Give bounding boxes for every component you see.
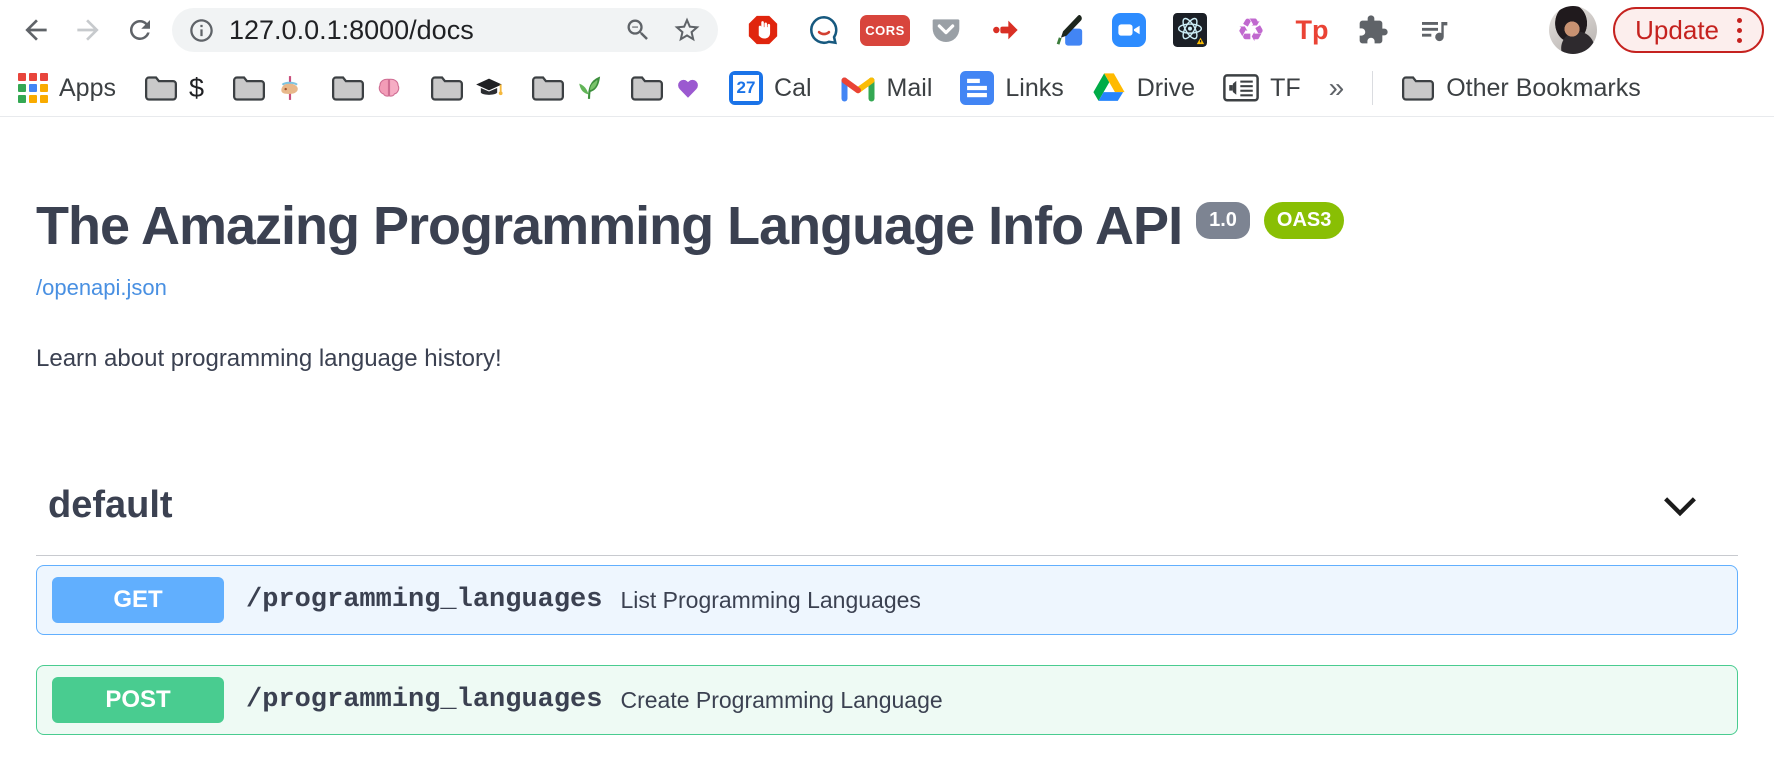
tag-section-default: default (36, 484, 1738, 556)
forward-arrow-icon (72, 14, 104, 46)
bookmark-tf[interactable]: TF (1223, 74, 1301, 103)
endpoint-get-programming-languages[interactable]: GET /programming_languages List Programm… (36, 565, 1738, 635)
gmail-icon (840, 73, 876, 103)
page-title: The Amazing Programming Language Info AP… (36, 197, 1182, 255)
swagger-ui-page: The Amazing Programming Language Info AP… (0, 197, 1774, 735)
folder-icon (1401, 74, 1435, 102)
chat-bubble-extension-icon[interactable] (801, 7, 847, 53)
oas3-badge: OAS3 (1264, 202, 1344, 239)
url-text[interactable]: 127.0.0.1:8000/docs (229, 15, 624, 46)
profile-avatar[interactable] (1549, 6, 1597, 54)
graduation-cap-icon (475, 74, 503, 102)
bookmarks-separator (1372, 71, 1373, 105)
links-label: Links (1005, 74, 1063, 103)
recycle-extension-icon[interactable]: ♻ (1228, 7, 1274, 53)
update-label: Update (1635, 15, 1719, 46)
back-arrow-icon (20, 14, 52, 46)
endpoint-post-programming-languages[interactable]: POST /programming_languages Create Progr… (36, 665, 1738, 735)
carousel-horse-icon (277, 75, 303, 101)
bookmark-folder-brain[interactable] (331, 74, 402, 102)
zoom-extension-icon[interactable] (1106, 7, 1152, 53)
bookmark-folder-dollar[interactable]: $ (144, 73, 204, 104)
section-default-title: default (48, 484, 173, 527)
playlist-music-extension-icon[interactable] (1411, 7, 1457, 53)
apps-label: Apps (59, 74, 116, 103)
google-calendar-icon: 27 (729, 71, 763, 105)
endpoint-path: /programming_languages (246, 585, 602, 615)
folder-icon (144, 74, 178, 102)
bookmark-folder-purple-heart[interactable] (630, 74, 701, 102)
tf-label: TF (1270, 74, 1301, 103)
collapse-section-button[interactable] (1662, 495, 1698, 517)
endpoint-path: /programming_languages (246, 685, 602, 715)
address-bar[interactable]: 127.0.0.1:8000/docs (172, 8, 718, 52)
pocket-extension-icon[interactable] (923, 7, 969, 53)
folder-icon (630, 74, 664, 102)
bookmark-drive[interactable]: Drive (1092, 72, 1195, 103)
folder-icon (531, 74, 565, 102)
herb-icon (576, 75, 602, 101)
browser-menu-icon[interactable] (1737, 18, 1742, 43)
bookmark-links[interactable]: Links (960, 71, 1063, 105)
links-icon (960, 71, 994, 105)
openapi-json-link[interactable]: /openapi.json (36, 275, 167, 301)
folder-icon (232, 74, 266, 102)
puzzle-extensions-menu-icon[interactable] (1350, 7, 1396, 53)
bookmark-gmail[interactable]: Mail (840, 73, 933, 103)
brain-icon (376, 75, 402, 101)
post-method-badge: POST (52, 677, 224, 723)
dollar-sign-label: $ (189, 73, 204, 104)
drive-label: Drive (1137, 74, 1195, 103)
other-bookmarks-label: Other Bookmarks (1446, 74, 1641, 103)
endpoint-summary: List Programming Languages (620, 587, 920, 614)
tp-extension-icon[interactable]: Tp (1289, 7, 1335, 53)
browser-toolbar: 127.0.0.1:8000/docs CORS (0, 0, 1774, 60)
reload-button[interactable] (114, 4, 166, 56)
share-arrow-extension-icon[interactable] (984, 7, 1030, 53)
other-bookmarks[interactable]: Other Bookmarks (1401, 74, 1641, 103)
extensions-strip: CORS ♻ Tp (740, 7, 1457, 53)
version-badge: 1.0 (1196, 202, 1250, 239)
forward-button[interactable] (62, 4, 114, 56)
endpoint-summary: Create Programming Language (620, 687, 942, 714)
bookmark-star-icon[interactable] (672, 15, 702, 45)
folder-icon (430, 74, 464, 102)
site-info-icon[interactable] (188, 17, 215, 44)
bookmark-apps[interactable]: Apps (18, 73, 116, 103)
bookmark-folder-herb[interactable] (531, 74, 602, 102)
bookmark-folder-graduation[interactable] (430, 74, 503, 102)
zoom-out-icon[interactable] (624, 16, 652, 44)
chevron-down-icon (1662, 495, 1698, 517)
browser-window: 127.0.0.1:8000/docs CORS (0, 0, 1774, 735)
back-button[interactable] (10, 4, 62, 56)
bookmark-calendar[interactable]: 27 Cal (729, 71, 812, 105)
bookmark-folder-carousel[interactable] (232, 74, 303, 102)
mail-label: Mail (887, 74, 933, 103)
bookmarks-bar: Apps $ 27 Cal (0, 60, 1774, 117)
update-button[interactable]: Update (1613, 7, 1764, 53)
reload-icon (125, 15, 155, 45)
purple-heart-icon (675, 75, 701, 101)
announcement-card-icon (1223, 74, 1259, 102)
api-description: Learn about programming language history… (36, 345, 1738, 373)
react-devtools-extension-icon[interactable] (1167, 7, 1213, 53)
bookmarks-overflow-chevron[interactable]: » (1329, 72, 1345, 104)
color-picker-extension-icon[interactable] (1045, 7, 1091, 53)
cal-label: Cal (774, 74, 812, 103)
get-method-badge: GET (52, 577, 224, 623)
folder-icon (331, 74, 365, 102)
adblock-extension-icon[interactable] (740, 7, 786, 53)
apps-grid-icon (18, 73, 48, 103)
google-drive-icon (1092, 72, 1126, 103)
cors-extension-icon[interactable]: CORS (862, 7, 908, 53)
